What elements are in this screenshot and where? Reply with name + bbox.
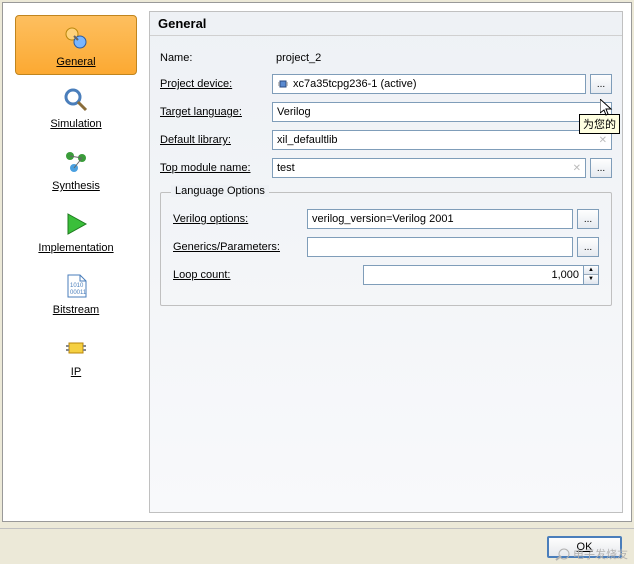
panel-title: General: [150, 12, 622, 36]
svg-text:00011: 00011: [70, 290, 87, 296]
top-field[interactable]: test: [272, 158, 586, 178]
sidebar-item-general[interactable]: General: [15, 15, 137, 75]
sidebar-item-ip[interactable]: IP: [15, 325, 137, 385]
spin-down-button[interactable]: ▼: [584, 275, 598, 284]
verilog-opts-field[interactable]: verilog_version=Verilog 2001: [307, 209, 573, 229]
device-label: Project device:: [160, 78, 268, 90]
simulation-icon: [60, 84, 92, 116]
language-options-legend: Language Options: [171, 185, 269, 197]
sidebar-item-synthesis[interactable]: Synthesis: [15, 139, 137, 199]
watermark-text: 电子发烧友: [573, 546, 628, 562]
lib-field[interactable]: xil_defaultlib: [272, 130, 612, 150]
sidebar-item-label: IP: [71, 366, 81, 378]
generics-field[interactable]: [307, 237, 573, 257]
sidebar-item-bitstream[interactable]: 1010 00011 Bitstream: [15, 263, 137, 323]
loop-value[interactable]: [363, 265, 583, 285]
lib-label: Default library:: [160, 134, 268, 146]
name-value: project_2: [272, 50, 325, 66]
footer: OK: [0, 528, 634, 564]
row-target: Target language: Verilog: [160, 102, 612, 122]
watermark: 电子发烧友: [554, 546, 628, 562]
top-label: Top module name:: [160, 162, 268, 174]
verilog-opts-value: verilog_version=Verilog 2001: [312, 213, 454, 225]
verilog-opts-label: Verilog options:: [173, 213, 303, 225]
tooltip: 为您的: [579, 114, 620, 134]
name-label: Name:: [160, 52, 268, 64]
content-panel: General Name: project_2 Project device: …: [149, 11, 623, 513]
lib-value: xil_defaultlib: [277, 134, 338, 146]
target-value: Verilog: [277, 106, 311, 118]
sidebar-item-simulation[interactable]: Simulation: [15, 77, 137, 137]
synthesis-icon: [60, 146, 92, 178]
generics-label: Generics/Parameters:: [173, 241, 303, 253]
row-device: Project device: xc7a35tcpg236-1 (active)…: [160, 74, 612, 94]
device-value: xc7a35tcpg236-1 (active): [293, 78, 417, 90]
chip-icon: [277, 78, 289, 90]
target-field[interactable]: Verilog: [272, 102, 612, 122]
sidebar-item-label: Implementation: [38, 242, 113, 254]
top-value: test: [277, 162, 295, 174]
row-loop: Loop count: ▲ ▼: [173, 265, 599, 285]
top-browse-button[interactable]: ...: [590, 158, 612, 178]
sidebar-item-label: General: [56, 56, 95, 68]
svg-text:1010: 1010: [70, 283, 84, 289]
generics-browse-button[interactable]: ...: [577, 237, 599, 257]
target-label: Target language:: [160, 106, 268, 118]
row-lib: Default library: xil_defaultlib: [160, 130, 612, 150]
language-options-group: Language Options Verilog options: verilo…: [160, 192, 612, 306]
verilog-opts-browse-button[interactable]: ...: [577, 209, 599, 229]
device-field[interactable]: xc7a35tcpg236-1 (active): [272, 74, 586, 94]
ip-icon: [60, 332, 92, 364]
bitstream-icon: 1010 00011: [60, 270, 92, 302]
row-generics: Generics/Parameters: ...: [173, 237, 599, 257]
row-name: Name: project_2: [160, 50, 612, 66]
main-container: General Simulation Synthesi: [2, 2, 632, 522]
row-top: Top module name: test ...: [160, 158, 612, 178]
loop-spinner[interactable]: ▲ ▼: [363, 265, 599, 285]
loop-label: Loop count:: [173, 269, 303, 281]
sidebar-item-label: Simulation: [50, 118, 101, 130]
device-browse-button[interactable]: ...: [590, 74, 612, 94]
sidebar-item-implementation[interactable]: Implementation: [15, 201, 137, 261]
sidebar: General Simulation Synthesi: [11, 11, 141, 513]
row-verilog-opts: Verilog options: verilog_version=Verilog…: [173, 209, 599, 229]
spin-up-button[interactable]: ▲: [584, 266, 598, 275]
general-icon: [60, 22, 92, 54]
sidebar-item-label: Synthesis: [52, 180, 100, 192]
implementation-icon: [60, 208, 92, 240]
sidebar-item-label: Bitstream: [53, 304, 99, 316]
